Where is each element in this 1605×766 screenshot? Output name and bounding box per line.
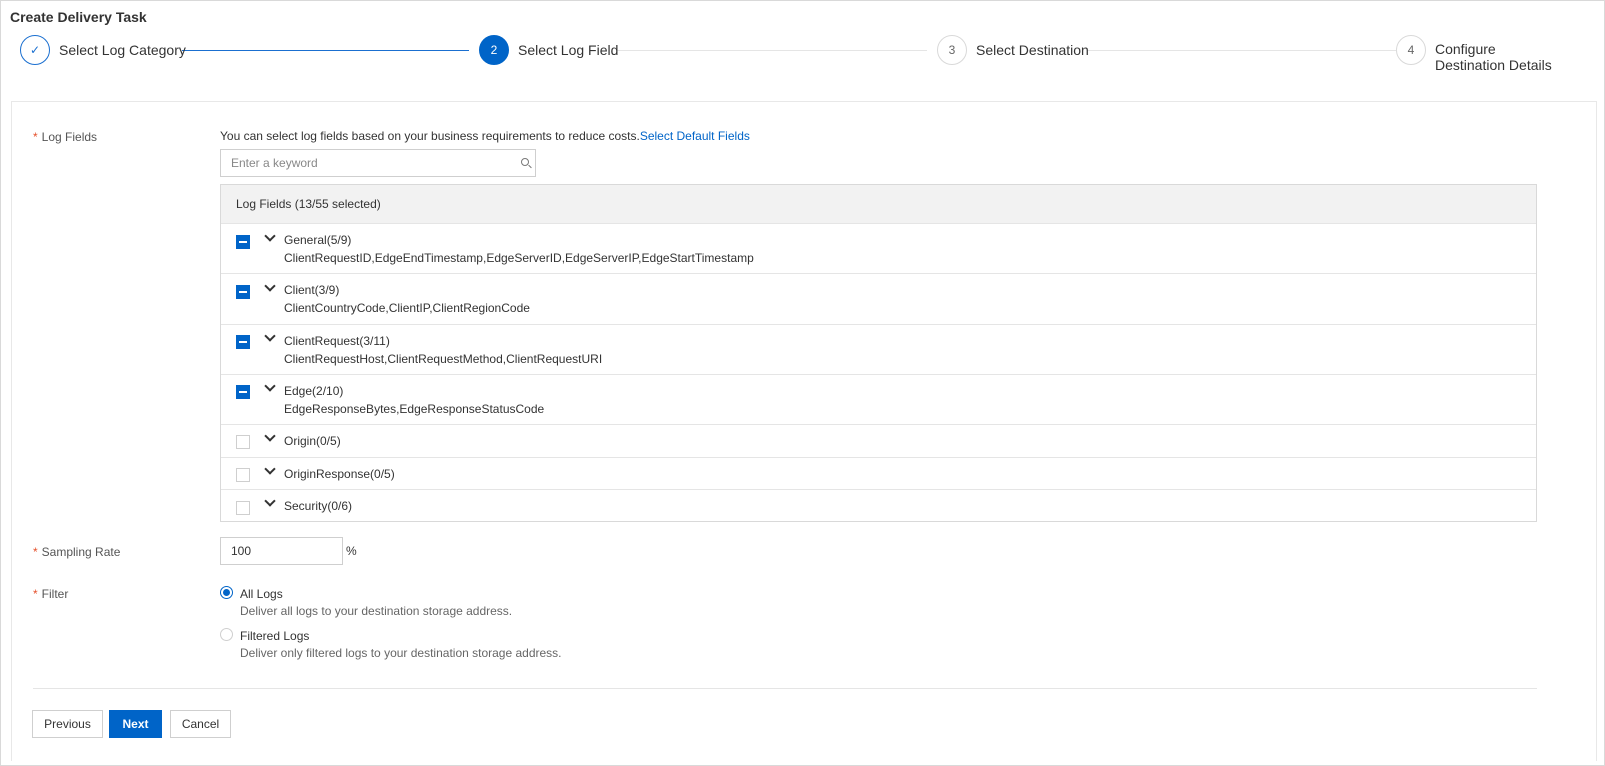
chevron-down-icon[interactable] — [264, 463, 276, 475]
step-connector-1 — [182, 50, 469, 51]
sampling-rate-unit: % — [346, 544, 357, 558]
all-logs-radio[interactable] — [220, 586, 233, 599]
step-label: Configure Destination Details — [1435, 35, 1552, 73]
step-label-line2: Destination Details — [1435, 57, 1552, 73]
sampling-rate-input[interactable] — [221, 538, 342, 564]
group-row-edge: Edge(2/10) EdgeResponseBytes,EdgeRespons… — [221, 375, 1536, 425]
step-select-log-field[interactable]: 2 Select Log Field — [479, 35, 618, 65]
group-checkbox[interactable] — [236, 335, 250, 349]
check-icon: ✓ — [20, 35, 50, 65]
group-row-security: Security(0/6) — [221, 490, 1536, 522]
chevron-down-icon[interactable] — [264, 495, 276, 507]
step-select-destination[interactable]: 3 Select Destination — [937, 35, 1089, 65]
step-label: Select Destination — [976, 42, 1089, 58]
group-name: General(5/9) — [284, 233, 352, 247]
step-configure-destination-details[interactable]: 4 Configure Destination Details — [1396, 35, 1552, 73]
step-label-line1: Configure — [1435, 41, 1496, 57]
page-title: Create Delivery Task — [10, 9, 147, 25]
chevron-down-icon[interactable] — [264, 430, 276, 442]
all-logs-label[interactable]: All Logs — [240, 587, 283, 601]
group-row-client: Client(3/9) ClientCountryCode,ClientIP,C… — [221, 274, 1536, 325]
filter-label: * Filter — [33, 587, 69, 601]
table-header: Log Fields (13/55 selected) — [221, 185, 1536, 224]
next-button[interactable]: Next — [109, 710, 162, 738]
required-mark: * — [33, 587, 38, 601]
filtered-logs-description: Deliver only filtered logs to your desti… — [240, 646, 562, 660]
search-box — [220, 149, 536, 177]
group-checkbox[interactable] — [236, 501, 250, 515]
step-select-log-category[interactable]: ✓ Select Log Category — [20, 35, 186, 65]
required-mark: * — [33, 545, 38, 559]
log-fields-hint: You can select log fields based on your … — [220, 129, 750, 143]
step-number: 3 — [937, 35, 967, 65]
log-fields-table: Log Fields (13/55 selected) General(5/9)… — [220, 184, 1537, 522]
group-checkbox[interactable] — [236, 235, 250, 249]
step-label: Select Log Field — [518, 42, 619, 58]
previous-button[interactable]: Previous — [32, 710, 103, 738]
filtered-logs-label[interactable]: Filtered Logs — [240, 629, 309, 643]
log-fields-label: * Log Fields — [33, 130, 98, 144]
group-name: OriginResponse(0/5) — [284, 467, 395, 481]
step-connector-2 — [617, 50, 927, 51]
group-selected-fields: ClientRequestID,EdgeEndTimestamp,EdgeSer… — [284, 251, 754, 265]
group-name: ClientRequest(3/11) — [284, 334, 390, 348]
step-number: 4 — [1396, 35, 1426, 65]
step-label: Select Log Category — [59, 42, 186, 58]
chevron-down-icon[interactable] — [264, 280, 276, 292]
group-row-client-request: ClientRequest(3/11) ClientRequestHost,Cl… — [221, 325, 1536, 375]
group-checkbox[interactable] — [236, 285, 250, 299]
group-row-general: General(5/9) ClientRequestID,EdgeEndTime… — [221, 224, 1536, 274]
cancel-button[interactable]: Cancel — [170, 710, 231, 738]
group-name: Origin(0/5) — [284, 434, 341, 448]
chevron-down-icon[interactable] — [264, 230, 276, 242]
group-selected-fields: ClientRequestHost,ClientRequestMethod,Cl… — [284, 352, 603, 366]
filtered-logs-radio[interactable] — [220, 628, 233, 641]
select-default-fields-link[interactable]: Select Default Fields — [640, 129, 750, 143]
group-name: Security(0/6) — [284, 499, 353, 513]
chevron-down-icon[interactable] — [264, 380, 276, 392]
search-input[interactable] — [221, 150, 511, 176]
group-name: Client(3/9) — [284, 283, 340, 297]
group-name: Edge(2/10) — [284, 384, 344, 398]
group-row-origin: Origin(0/5) — [221, 425, 1536, 458]
all-logs-description: Deliver all logs to your destination sto… — [240, 604, 513, 618]
footer-divider — [33, 688, 1537, 689]
steps-bar: ✓ Select Log Category 2 Select Log Field… — [20, 35, 1580, 80]
group-checkbox[interactable] — [236, 435, 250, 449]
search-icon[interactable] — [521, 158, 529, 166]
group-selected-fields: EdgeResponseBytes,EdgeResponseStatusCode — [284, 402, 545, 416]
sampling-rate-label: * Sampling Rate — [33, 545, 121, 559]
step-connector-3 — [1087, 50, 1397, 51]
group-checkbox[interactable] — [236, 385, 250, 399]
group-selected-fields: ClientCountryCode,ClientIP,ClientRegionC… — [284, 301, 530, 315]
sampling-rate-field — [220, 537, 343, 565]
group-checkbox[interactable] — [236, 468, 250, 482]
chevron-down-icon[interactable] — [264, 330, 276, 342]
group-row-origin-response: OriginResponse(0/5) — [221, 458, 1536, 490]
required-mark: * — [33, 130, 38, 144]
step-number: 2 — [479, 35, 509, 65]
